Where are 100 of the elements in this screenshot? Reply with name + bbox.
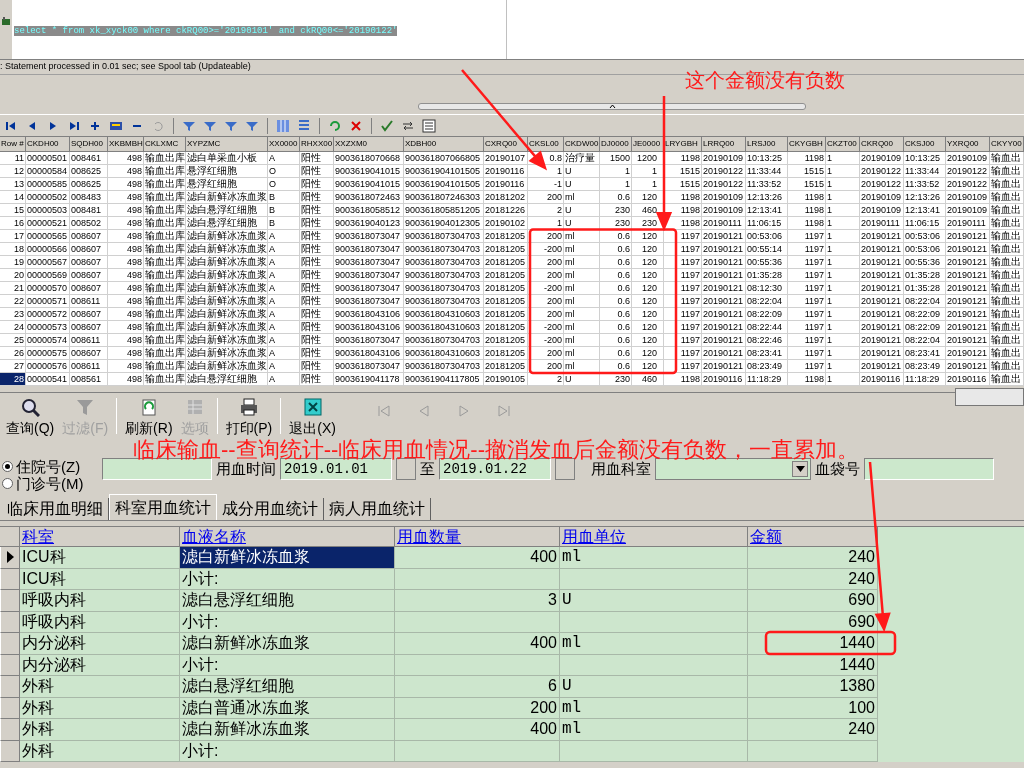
row-number[interactable]: 12 bbox=[0, 165, 26, 178]
form-icon[interactable] bbox=[420, 116, 438, 135]
column-header[interactable]: CKSJ00 bbox=[904, 137, 946, 152]
column-header[interactable]: CKDW00 bbox=[564, 137, 600, 152]
table-cell: 900361807304703 bbox=[404, 230, 484, 243]
patient-number-field[interactable] bbox=[102, 458, 212, 480]
row-selector[interactable] bbox=[0, 547, 20, 569]
column-header[interactable]: CKYY00 bbox=[990, 137, 1024, 152]
row-number[interactable]: 23 bbox=[0, 308, 26, 321]
column-header[interactable]: Row # bbox=[0, 137, 26, 152]
column-header[interactable]: LRRQ00 bbox=[702, 137, 746, 152]
table-cell: 9003618043106 bbox=[334, 347, 404, 360]
table-cell: 外科 bbox=[20, 676, 180, 698]
table-cell: 00:53:06 bbox=[746, 230, 788, 243]
table-cell: 呼吸内科 bbox=[20, 590, 180, 612]
column-header[interactable]: XYPZMC bbox=[186, 137, 268, 152]
row-number[interactable]: 19 bbox=[0, 256, 26, 269]
table-cell: 阳性 bbox=[300, 204, 334, 217]
column-header[interactable]: 用血单位 bbox=[560, 527, 748, 547]
row-number[interactable]: 25 bbox=[0, 334, 26, 347]
table-cell: 输血出 bbox=[990, 230, 1024, 243]
column-header[interactable]: XXZXM0 bbox=[334, 137, 404, 152]
column-header[interactable]: 用血数量 bbox=[395, 527, 560, 547]
table-cell: 滤白新鲜冰冻血浆 bbox=[186, 308, 268, 321]
column-header[interactable]: XKBMBH bbox=[108, 137, 144, 152]
table-cell: 20190116 bbox=[484, 178, 528, 191]
row-number[interactable]: 15 bbox=[0, 204, 26, 217]
splitter-bar[interactable] bbox=[418, 103, 806, 110]
row-number[interactable]: 16 bbox=[0, 217, 26, 230]
row-number[interactable]: 20 bbox=[0, 269, 26, 282]
blood-bag-field[interactable] bbox=[864, 458, 994, 480]
toolbar-button[interactable]: 查询(Q) bbox=[2, 394, 59, 438]
column-header[interactable]: XDBH00 bbox=[404, 137, 484, 152]
row-number[interactable]: 17 bbox=[0, 230, 26, 243]
table-cell: A bbox=[268, 360, 300, 373]
row-number[interactable]: 13 bbox=[0, 178, 26, 191]
table-cell: 小计: bbox=[180, 568, 395, 590]
table-cell: 0.6 bbox=[600, 191, 632, 204]
column-header[interactable]: CKDH00 bbox=[26, 137, 70, 152]
row-number[interactable]: 18 bbox=[0, 243, 26, 256]
date-picker-button[interactable] bbox=[396, 458, 416, 480]
row-number[interactable]: 26 bbox=[0, 347, 26, 360]
column-header[interactable]: 科室 bbox=[20, 527, 180, 547]
column-header[interactable]: YXRQ00 bbox=[946, 137, 990, 152]
column-header[interactable]: RHXX00 bbox=[300, 137, 334, 152]
toolbar-button[interactable]: 打印(P) bbox=[221, 394, 277, 438]
table-cell: A bbox=[268, 230, 300, 243]
column-header[interactable]: CKZT00 bbox=[826, 137, 860, 152]
row-number[interactable]: 11 bbox=[0, 152, 26, 165]
table-cell: 阳性 bbox=[300, 360, 334, 373]
radio-option[interactable]: 住院号(Z) bbox=[2, 458, 98, 475]
table-cell: 498 bbox=[108, 321, 144, 334]
toolbar-button[interactable]: 退出(X) bbox=[285, 394, 340, 438]
column-header[interactable]: CKYGBH bbox=[788, 137, 826, 152]
table-cell: 00000575 bbox=[26, 347, 70, 360]
table-cell: A bbox=[268, 334, 300, 347]
table-cell: 498 bbox=[108, 269, 144, 282]
date-picker-button[interactable] bbox=[555, 458, 575, 480]
toolbar-button[interactable]: 刷新(R) bbox=[121, 394, 177, 438]
table-cell: 1 bbox=[826, 256, 860, 269]
table-cell: -200 bbox=[528, 321, 564, 334]
column-header[interactable]: DJ0000 bbox=[600, 137, 632, 152]
table-cell: 阳性 bbox=[300, 243, 334, 256]
tab[interactable]: 病人用血统计 bbox=[324, 498, 431, 520]
table-cell: 690 bbox=[748, 590, 878, 612]
table-cell: 1198 bbox=[788, 152, 826, 165]
column-header[interactable]: SQDH00 bbox=[70, 137, 108, 152]
row-number[interactable]: 14 bbox=[0, 191, 26, 204]
table-cell: 200 bbox=[528, 191, 564, 204]
table-cell: 输血出 bbox=[990, 295, 1024, 308]
row-number[interactable]: 24 bbox=[0, 321, 26, 334]
table-cell: 输血出库 bbox=[144, 243, 186, 256]
table-cell: 0.6 bbox=[600, 230, 632, 243]
table-cell: 滤白新鲜冰冻血浆 bbox=[186, 243, 268, 256]
column-header[interactable]: 血液名称 bbox=[180, 527, 395, 547]
table-cell: A bbox=[268, 243, 300, 256]
table-cell: 阳性 bbox=[300, 230, 334, 243]
column-header[interactable]: CKLXMC bbox=[144, 137, 186, 152]
table-cell: 20190109 bbox=[860, 204, 904, 217]
tab[interactable]: 成分用血统计 bbox=[217, 498, 324, 520]
tab[interactable]: 科室用血统计 bbox=[109, 494, 217, 520]
table-cell: 20190122 bbox=[946, 178, 990, 191]
column-header[interactable]: XX0000 bbox=[268, 137, 300, 152]
row-number[interactable]: 21 bbox=[0, 282, 26, 295]
column-header[interactable]: 金额 bbox=[748, 527, 878, 547]
row-number[interactable]: 28 bbox=[0, 373, 26, 386]
row-number[interactable]: 22 bbox=[0, 295, 26, 308]
table-cell: 1197 bbox=[788, 321, 826, 334]
table-cell: 498 bbox=[108, 152, 144, 165]
table-cell: 498 bbox=[108, 334, 144, 347]
department-dropdown[interactable] bbox=[655, 458, 811, 480]
radio-option[interactable]: 门诊号(M) bbox=[2, 475, 98, 492]
column-header[interactable]: LRSJ00 bbox=[746, 137, 788, 152]
table-cell: 01:35:28 bbox=[746, 269, 788, 282]
table-cell: 小计: bbox=[180, 654, 395, 676]
table-cell: 9003619041015 bbox=[334, 165, 404, 178]
table-cell: 20190111 bbox=[702, 217, 746, 230]
table-cell: 滤白新鲜冰冻血浆 bbox=[186, 282, 268, 295]
table-cell: 输血出 bbox=[990, 152, 1024, 165]
column-header[interactable]: CKRQ00 bbox=[860, 137, 904, 152]
